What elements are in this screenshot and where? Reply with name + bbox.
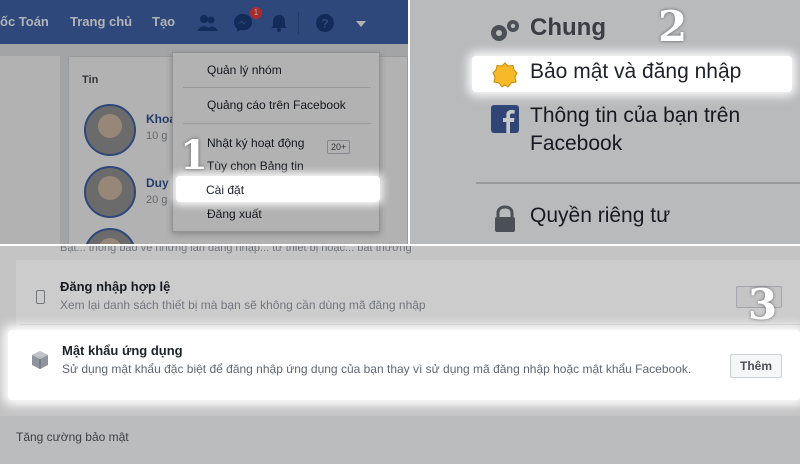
help-question-icon[interactable]: ?: [314, 12, 336, 34]
friend-timestamp: 10 g: [146, 130, 168, 142]
friend-timestamp: 20 g: [146, 194, 168, 206]
stories-section-title: Tin: [82, 74, 99, 86]
notifications-bell-icon[interactable]: [268, 12, 290, 34]
svg-text:?: ?: [321, 17, 328, 31]
phone-icon: [36, 290, 45, 304]
nav-home-link[interactable]: Trang chủ: [70, 14, 132, 29]
menu-item-manage-groups[interactable]: Quản lý nhóm: [207, 63, 282, 77]
cut-off-setting-description: Bật... thông báo về những lần đăng nhập.…: [60, 246, 412, 254]
panel-gap: [0, 244, 800, 246]
menu-item-logout[interactable]: Đăng xuất: [207, 207, 262, 221]
nav-create-link[interactable]: Tạo: [152, 14, 175, 29]
panel-settings-sidebar: Chung Thông tin của bạn trên Facebook Qu…: [410, 0, 800, 244]
sidebar-item-your-facebook-information[interactable]: Thông tin của bạn trên Facebook: [530, 102, 790, 158]
menu-divider: [183, 87, 371, 88]
shield-badge-icon: [492, 62, 518, 88]
cube-icon: [32, 351, 48, 369]
step-number-1: 1: [180, 132, 208, 179]
step-number-2: 2: [658, 2, 688, 51]
row-divider: [20, 324, 800, 325]
app-passwords-description: Sử dụng mật khẩu đặc biệt để đăng nhập ứ…: [62, 362, 692, 376]
gears-icon: [491, 20, 519, 41]
advanced-security-heading: Tăng cường bảo mật: [16, 430, 129, 444]
sidebar-item-security-and-login[interactable]: Bảo mật và đăng nhập: [530, 60, 741, 84]
left-column: [0, 56, 60, 244]
sidebar-item-general[interactable]: Chung: [530, 14, 606, 42]
facebook-logo-icon: [491, 105, 519, 133]
friend-requests-icon[interactable]: [196, 12, 218, 34]
avatar[interactable]: [84, 166, 136, 218]
messenger-badge: 1: [250, 7, 262, 19]
app-passwords-title: Mật khẩu ứng dụng: [62, 343, 183, 358]
avatar[interactable]: [84, 104, 136, 156]
authorized-logins-description: Xem lại danh sách thiết bị mà bạn sẽ khô…: [60, 298, 426, 312]
menu-item-news-feed-preferences[interactable]: Tùy chọn Bảng tin: [207, 159, 304, 173]
menu-item-settings[interactable]: Cài đặt: [206, 183, 244, 197]
toolbar-divider: [298, 12, 299, 34]
panel-facebook-menu: ốc Toán Trang chủ Tạo 1 ? Tin Khoa 10 g …: [0, 0, 408, 244]
add-app-password-button[interactable]: Thêm: [730, 354, 782, 378]
panel-gap: [408, 0, 410, 244]
sidebar-divider: [476, 182, 800, 184]
lock-icon: [495, 205, 515, 232]
activity-log-count-badge: 20+: [327, 140, 351, 154]
menu-item-advertise[interactable]: Quảng cáo trên Facebook: [207, 98, 346, 112]
account-dropdown-arrow-icon[interactable]: [350, 12, 372, 34]
friend-name[interactable]: Duy: [146, 176, 169, 190]
authorized-logins-title: Đăng nhập hợp lệ: [60, 279, 171, 294]
nav-profile-link[interactable]: ốc Toán: [0, 14, 49, 29]
step-number-3: 3: [748, 280, 778, 329]
menu-divider: [183, 123, 371, 124]
menu-item-activity-log[interactable]: Nhật ký hoạt động: [207, 136, 304, 150]
sidebar-item-privacy[interactable]: Quyền riêng tư: [530, 204, 670, 228]
panel-security-settings: Bật... thông báo về những lần đăng nhập.…: [0, 246, 800, 464]
